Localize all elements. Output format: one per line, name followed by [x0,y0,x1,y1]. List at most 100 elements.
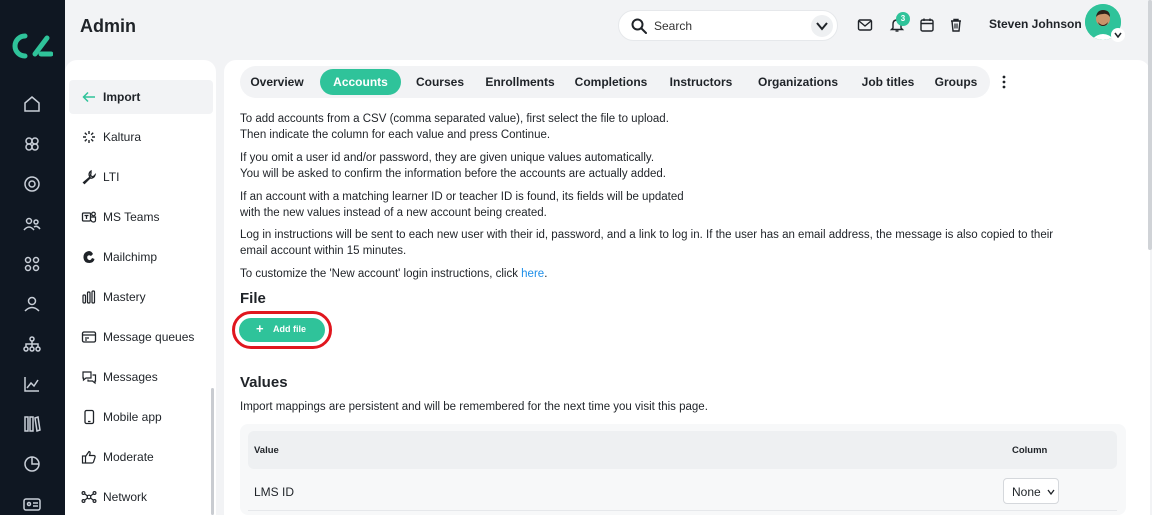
apps-grid-icon[interactable] [22,254,42,274]
instructions-paragraph: To add accounts from a CSV (comma separa… [240,112,1120,143]
tab-completions[interactable]: Completions [568,69,654,95]
chat-icon [82,371,97,385]
submenu-item-label: Import [103,90,141,104]
chevron-down-icon [1114,32,1122,38]
org-tree-icon[interactable] [22,334,42,354]
search-placeholder[interactable]: Search [654,19,692,33]
search-bar[interactable]: Search [618,10,838,41]
instructions-paragraph: If an account with a matching learner ID… [240,190,1120,221]
submenu-item-label: Message queues [103,330,195,344]
submenu-item-label: Kaltura [103,130,142,144]
submenu-item-message-queues[interactable]: Message queues [69,320,213,354]
app-logo[interactable] [11,32,54,60]
mobile-icon [84,409,95,425]
submenu-item-label: Mastery [103,290,146,304]
arrow-left-icon [82,91,95,103]
values-description: Import mappings are persistent and will … [240,401,708,413]
here-link[interactable]: here [521,268,544,280]
library-icon[interactable] [22,414,42,434]
submenu-item-label: Mailchimp [103,250,158,264]
submenu-item-mailchimp[interactable]: Mailchimp [69,240,213,274]
integrations-submenu: Import Kaltura LTI MS Teams Mailchimp Ma… [65,60,216,515]
top-header: Admin Search 3 Steven Johnson [65,0,1152,55]
instruction-line: email account within 15 minutes. [240,244,407,257]
submenu-scrollbar[interactable] [211,388,214,515]
submenu-item-label: Moderate [103,450,154,464]
wrench-icon [82,169,97,185]
instruction-line: If an account with a matching learner ID… [240,191,684,203]
tab-enrollments[interactable]: Enrollments [479,69,561,95]
add-file-label: Add file [273,324,306,334]
tab-accounts[interactable]: Accounts [320,69,401,95]
mappings-table: Value Column LMS ID None [240,424,1126,515]
instructions-paragraph: If you omit a user id and/or password, t… [240,151,1120,182]
message-queue-icon [81,331,97,343]
instruction-line: Then indicate the column for each value … [240,128,551,141]
tab-job-titles[interactable]: Job titles [854,69,922,95]
add-file-button[interactable]: + Add file [239,318,325,342]
search-icon [631,18,647,34]
plus-icon: + [256,321,264,336]
mail-icon[interactable] [857,17,873,33]
page-title: Admin [80,16,136,36]
tab-groups[interactable]: Groups [930,69,982,95]
column-header-column: Column [1012,445,1048,456]
reports-pie-icon[interactable] [22,454,42,474]
tab-courses[interactable]: Courses [410,69,470,95]
submenu-item-import[interactable]: Import [69,80,213,114]
tab-bar: Overview Accounts Courses Enrollments Co… [240,66,990,98]
submenu-item-moderate[interactable]: Moderate [69,440,213,474]
customize-instructions-line: To customize the 'New account' login ins… [240,267,1120,283]
submenu-item-label: Network [103,490,148,504]
submenu-item-messages[interactable]: Messages [69,360,213,394]
calendar-icon[interactable] [919,17,935,33]
submenu-item-kaltura[interactable]: Kaltura [69,120,213,154]
table-header: Value Column [248,431,1117,469]
home-icon[interactable] [22,94,42,114]
teams-icon [81,211,97,223]
table-row-value: LMS ID [254,485,295,499]
values-heading: Values [240,374,288,391]
column-select[interactable]: None [1003,478,1059,504]
instruction-line: Log in instructions will be sent to each… [240,229,1054,241]
tab-overview[interactable]: Overview [244,69,310,95]
user-icon[interactable] [22,294,42,314]
instructions-paragraph: Log in instructions will be sent to each… [240,228,1120,259]
network-icon [81,490,97,504]
chevron-down-icon [816,22,828,31]
more-options-icon[interactable] [999,74,1009,90]
user-name[interactable]: Steven Johnson [989,17,1082,31]
thumbs-up-icon [81,450,96,464]
submenu-item-label: LTI [103,170,120,184]
analytics-icon[interactable] [22,374,42,394]
id-card-icon[interactable] [22,494,42,514]
submenu-item-label: Messages [103,370,158,384]
submenu-item-lti[interactable]: LTI [69,160,213,194]
instruction-line: To add accounts from a CSV (comma separa… [240,113,669,125]
submenu-item-mobile-app[interactable]: Mobile app [69,400,213,434]
row-divider [248,510,1117,511]
target-icon[interactable] [22,174,42,194]
submenu-item-ms-teams[interactable]: MS Teams [69,200,213,234]
submenu-item-network[interactable]: Network [69,480,213,514]
column-select-value: None [1012,485,1041,499]
account-menu-toggle[interactable] [1111,28,1125,42]
instruction-line: If you omit a user id and/or password, t… [240,152,655,164]
customize-text: To customize the 'New account' login ins… [240,268,522,280]
users-group-icon[interactable] [22,214,42,234]
tab-instructors[interactable]: Instructors [664,69,738,95]
submenu-item-label: Mobile app [103,410,162,424]
kaltura-icon [83,131,95,143]
column-header-value: Value [254,445,279,456]
trash-icon[interactable] [948,17,964,33]
instruction-line: You will be asked to confirm the informa… [240,167,666,180]
page-scrollbar[interactable] [1148,0,1152,250]
notification-badge: 3 [896,12,910,26]
modules-icon[interactable] [22,134,42,154]
tab-organizations[interactable]: Organizations [748,69,848,95]
search-scope-dropdown[interactable] [811,15,833,37]
file-heading: File [240,290,266,307]
instruction-line: with the new values instead of a new acc… [240,206,547,219]
submenu-item-label: MS Teams [103,210,160,224]
submenu-item-mastery[interactable]: Mastery [69,280,213,314]
